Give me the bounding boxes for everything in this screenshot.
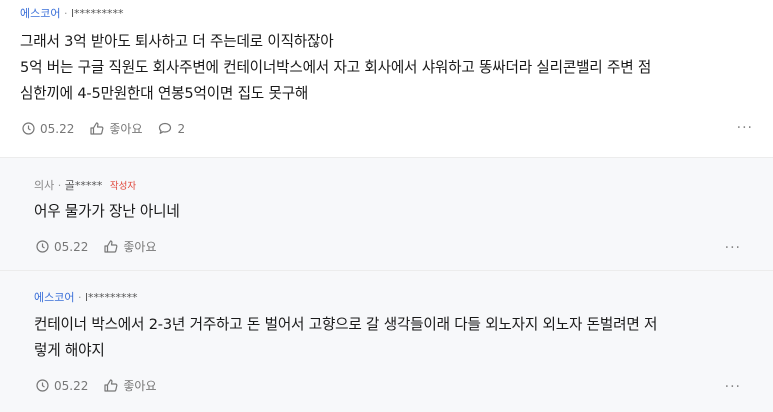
author-badge: 작성자	[109, 181, 137, 192]
comment-line: 렇게 해야지	[34, 342, 105, 359]
meta-separator: ·	[63, 7, 68, 20]
more-options-button[interactable]: ···	[725, 379, 741, 395]
reply-count: 2	[177, 121, 186, 136]
thumbs-up-icon	[104, 240, 118, 253]
comment-meta: 에스코어 · l*********	[20, 7, 124, 21]
comment-body: 어우 물가가 장난 아니네	[34, 199, 180, 225]
company-label[interactable]: 의사	[34, 179, 54, 192]
more-options-button[interactable]: ···	[737, 120, 753, 136]
more-options-button[interactable]: ···	[725, 240, 741, 256]
company-link[interactable]: 에스코어	[20, 7, 60, 20]
username: l*********	[70, 7, 124, 20]
date-info: 05.22	[36, 379, 88, 393]
clock-icon	[36, 379, 49, 392]
like-button[interactable]: 좋아요	[104, 238, 156, 255]
like-button[interactable]: 좋아요	[104, 377, 156, 394]
company-link[interactable]: 에스코어	[34, 291, 74, 304]
like-label: 좋아요	[109, 122, 143, 136]
comment-body: 그래서 3억 받아도 퇴사하고 더 주는데로 이직하잖아 5억 버는 구글 직원…	[20, 29, 651, 107]
comment-bubble-icon	[159, 122, 172, 134]
clock-icon	[22, 122, 35, 135]
thumbs-up-icon	[90, 122, 104, 135]
comment-date: 05.22	[40, 121, 75, 136]
reply-item: 의사 · 골***** 작성자 어우 물가가 장난 아니네 05.22 좋아요 …	[0, 158, 773, 271]
username: l*********	[84, 291, 138, 304]
comment-line: 컨테이너 박스에서 2-3년 거주하고 돈 벌어서 고향으로 갈 생각들이래 다…	[34, 316, 658, 333]
comment-date: 05.22	[54, 239, 89, 254]
comment-line: 그래서 3억 받아도 퇴사하고 더 주는데로 이직하잖아	[20, 33, 334, 50]
like-label: 좋아요	[123, 240, 157, 254]
comment-body: 컨테이너 박스에서 2-3년 거주하고 돈 벌어서 고향으로 갈 생각들이래 다…	[34, 312, 657, 364]
thumbs-up-icon	[104, 379, 118, 392]
comment-item: 에스코어 · l********* 그래서 3억 받아도 퇴사하고 더 주는데로…	[0, 0, 773, 158]
date-info: 05.22	[22, 122, 74, 136]
meta-separator: ·	[77, 291, 82, 304]
comment-meta: 의사 · 골***** 작성자	[34, 179, 136, 194]
clock-icon	[36, 240, 49, 253]
comment-meta: 에스코어 · l*********	[34, 291, 138, 305]
like-label: 좋아요	[123, 379, 157, 393]
like-button[interactable]: 좋아요	[90, 120, 142, 137]
comment-actions: 05.22 좋아요	[36, 238, 172, 255]
comment-line: 어우 물가가 장난 아니네	[34, 203, 180, 220]
reply-item: 에스코어 · l********* 컨테이너 박스에서 2-3년 거주하고 돈 …	[0, 271, 773, 412]
meta-separator: ·	[57, 179, 62, 192]
comment-actions: 05.22 좋아요 2	[22, 120, 201, 137]
reply-button[interactable]: 2	[158, 122, 185, 136]
username: 골*****	[64, 179, 103, 192]
comment-line: 5억 버는 구글 직원도 회사주변에 컨테이너박스에서 자고 회사에서 샤워하고…	[20, 59, 652, 76]
comment-line: 심한끼에 4-5만원한대 연봉5억이면 집도 못구해	[20, 85, 309, 102]
date-info: 05.22	[36, 240, 88, 254]
comment-actions: 05.22 좋아요	[36, 377, 172, 394]
comment-date: 05.22	[54, 378, 89, 393]
